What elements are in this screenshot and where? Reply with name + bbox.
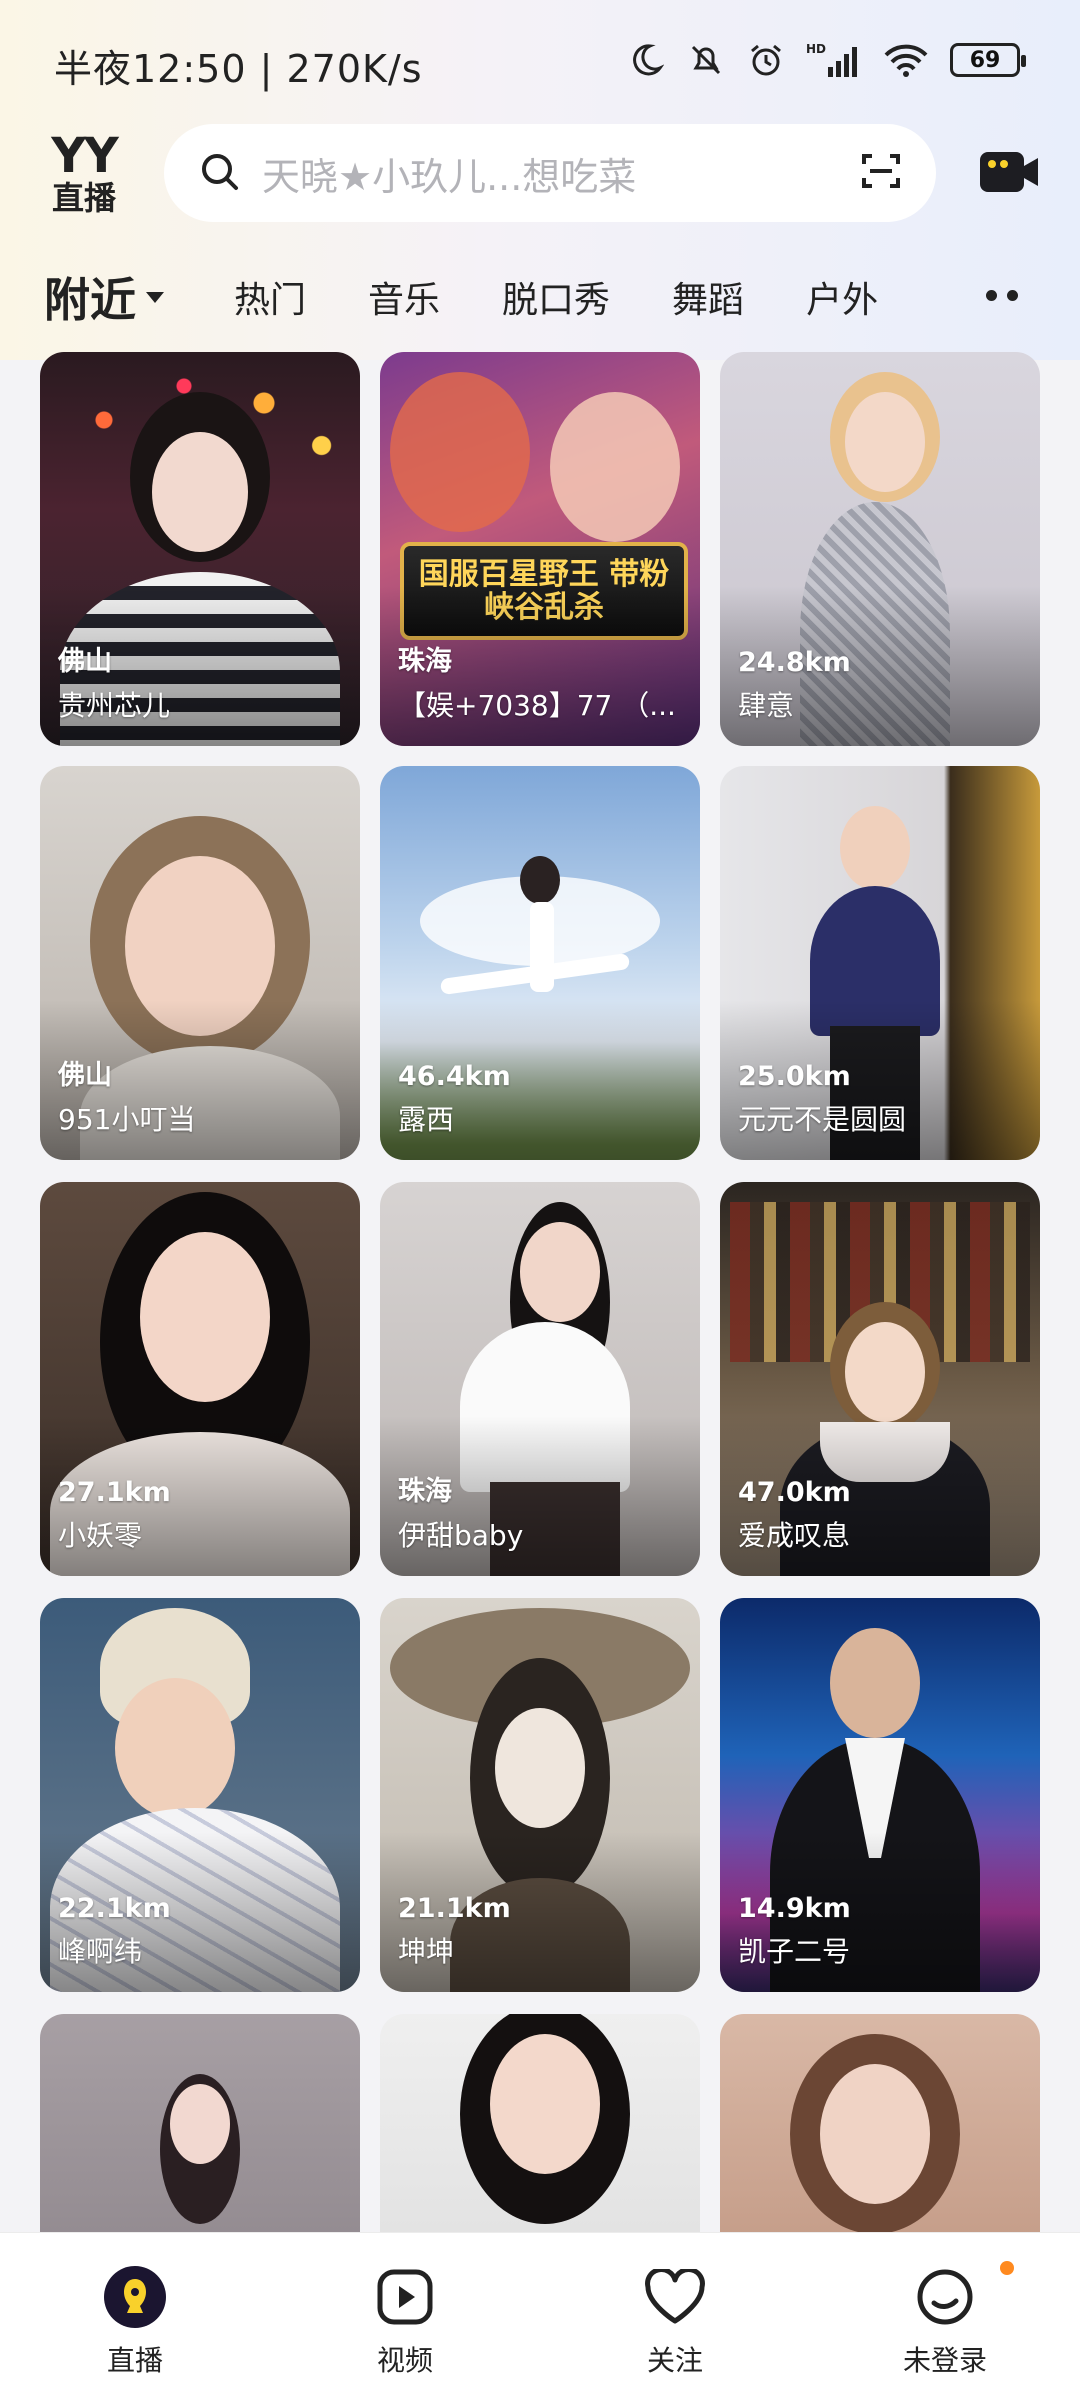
live-card[interactable]: 佛山 贵州芯儿	[40, 352, 360, 746]
card-distance: 14.9km	[738, 1893, 851, 1924]
game-art-character	[550, 392, 680, 542]
person-face	[840, 806, 910, 890]
card-name: 951小叮当	[58, 1103, 196, 1136]
card-distance: 24.8km	[738, 647, 851, 678]
nav-profile[interactable]: 未登录	[810, 2233, 1080, 2401]
live-card[interactable]: 佛山 951小叮当	[40, 766, 360, 1160]
card-distance: 46.4km	[398, 1061, 511, 1092]
card-distance: 珠海	[398, 646, 452, 677]
tab-music[interactable]: 音乐	[368, 271, 440, 323]
bottom-nav: 直播 视频 关注 未登录	[0, 2232, 1080, 2401]
alarm-icon	[746, 40, 786, 80]
game-art-character	[390, 372, 530, 532]
nav-label: 视频	[376, 2344, 433, 2377]
live-card[interactable]	[380, 2014, 700, 2232]
scan-icon[interactable]	[860, 150, 902, 196]
card-name: 【娱+7038】77 （...	[398, 689, 676, 722]
live-card[interactable]: 21.1km 坤坤	[380, 1598, 700, 1992]
card-name: 伊甜baby	[398, 1519, 524, 1552]
person-face	[520, 1222, 600, 1322]
live-card[interactable]	[720, 2014, 1040, 2232]
live-card[interactable]: 46.4km 露西	[380, 766, 700, 1160]
tab-talkshow[interactable]: 脱口秀	[502, 271, 610, 323]
tab-dance[interactable]: 舞蹈	[672, 271, 744, 323]
profile-icon	[913, 2265, 977, 2329]
caret-down-icon	[146, 291, 164, 303]
nav-label: 未登录	[902, 2344, 987, 2377]
notification-dot	[1000, 2261, 1014, 2275]
person-face	[495, 1708, 585, 1828]
svg-text:HD: HD	[806, 42, 826, 56]
tab-nearby[interactable]: 附近	[44, 264, 164, 330]
card-distance: 珠海	[398, 1476, 452, 1507]
card-distance: 21.1km	[398, 1893, 511, 1924]
person-face	[830, 1628, 920, 1738]
person-face	[845, 392, 925, 492]
tab-hot[interactable]: 热门	[234, 271, 306, 323]
card-name: 肆意	[738, 689, 795, 722]
live-card[interactable]: 珠海 伊甜baby	[380, 1182, 700, 1576]
tab-label: 附近	[44, 273, 136, 327]
person-face	[820, 2064, 930, 2204]
category-tabs: 附近 热门 音乐 脱口秀 舞蹈 户外	[44, 262, 1064, 332]
nav-live[interactable]: 直播	[0, 2233, 270, 2401]
card-distance: 佛山	[58, 646, 112, 677]
card-name: 元元不是圆圆	[738, 1103, 907, 1136]
live-grid: 佛山 贵州芯儿 国服百星野王 带粉峡谷乱杀 珠海 【娱+7038】77 （...…	[40, 352, 1040, 2232]
live-card[interactable]: 22.1km 峰啊纬	[40, 1598, 360, 1992]
search-icon	[198, 150, 240, 196]
card-name: 爱成叹息	[738, 1519, 851, 1552]
live-card[interactable]: 14.9km 凯子二号	[720, 1598, 1040, 1992]
battery-icon: 69	[950, 43, 1026, 77]
card-name: 贵州芯儿	[58, 689, 171, 722]
video-icon	[373, 2265, 437, 2329]
card-name: 凯子二号	[738, 1935, 851, 1968]
live-icon	[103, 2265, 167, 2329]
status-bar: 半夜12:50 | 270K/s HD 69	[0, 0, 1080, 120]
card-name: 峰啊纬	[58, 1935, 143, 1968]
card-distance: 22.1km	[58, 1893, 171, 1924]
card-distance: 佛山	[58, 1060, 112, 1091]
card-name: 小妖零	[58, 1519, 143, 1552]
person-head	[520, 856, 560, 904]
card-distance: 25.0km	[738, 1061, 851, 1092]
person-face	[490, 2034, 600, 2174]
person-face	[115, 1678, 235, 1818]
nav-label: 关注	[646, 2344, 703, 2377]
nav-label: 直播	[106, 2344, 163, 2377]
nav-video[interactable]: 视频	[270, 2233, 540, 2401]
logo-top: YY	[51, 128, 119, 184]
person-face	[170, 2084, 230, 2164]
heart-icon	[643, 2265, 707, 2329]
card-distance: 27.1km	[58, 1477, 171, 1508]
signal-icon: HD	[806, 40, 862, 80]
live-card[interactable]: 27.1km 小妖零	[40, 1182, 360, 1576]
live-card[interactable]: 国服百星野王 带粉峡谷乱杀 珠海 【娱+7038】77 （...	[380, 352, 700, 746]
person-face	[140, 1232, 270, 1402]
live-card[interactable]	[40, 2014, 360, 2232]
person-face	[845, 1322, 925, 1422]
card-name: 露西	[398, 1103, 455, 1136]
status-time-speed: 半夜12:50 | 270K/s	[54, 47, 423, 91]
nav-follow[interactable]: 关注	[540, 2233, 810, 2401]
live-card[interactable]: 25.0km 元元不是圆圆	[720, 766, 1040, 1160]
mute-bell-icon	[686, 40, 726, 80]
card-distance: 47.0km	[738, 1477, 851, 1508]
search-bar[interactable]: 天晓★小玖儿...想吃菜	[164, 124, 936, 222]
card-name: 坤坤	[398, 1935, 455, 1968]
more-tabs-icon[interactable]	[986, 290, 1018, 301]
logo-bottom: 直播	[51, 179, 116, 217]
battery-level: 69	[969, 47, 1001, 73]
go-live-camera-icon[interactable]	[978, 144, 1042, 200]
moon-icon	[626, 40, 666, 80]
tab-outdoor[interactable]: 户外	[806, 271, 878, 323]
person-face	[152, 432, 248, 552]
wifi-icon	[882, 40, 930, 80]
live-card[interactable]: 47.0km 爱成叹息	[720, 1182, 1040, 1576]
live-card[interactable]: 24.8km 肆意	[720, 352, 1040, 746]
app-logo[interactable]: YY 直播	[44, 132, 124, 214]
search-placeholder: 天晓★小玖儿...想吃菜	[262, 154, 637, 199]
